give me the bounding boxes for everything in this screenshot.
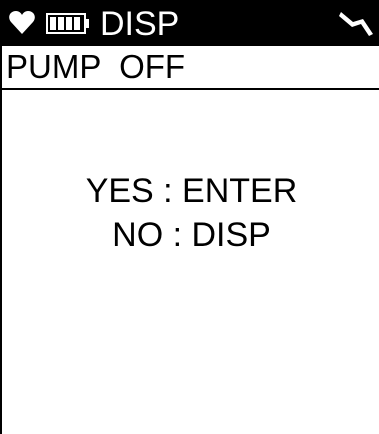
device-screen: DISP PUMP OFF YES : ENTER NO : DISP xyxy=(0,0,379,434)
status-bar: DISP xyxy=(2,0,379,46)
no-disp-prompt: NO : DISP xyxy=(112,216,271,254)
mode-title: DISP xyxy=(100,5,180,43)
pump-status: PUMP OFF xyxy=(2,46,379,90)
heart-icon xyxy=(9,11,35,34)
yes-enter-prompt: YES : ENTER xyxy=(85,172,298,210)
pump-icon xyxy=(339,12,373,36)
battery-icon xyxy=(46,13,89,34)
